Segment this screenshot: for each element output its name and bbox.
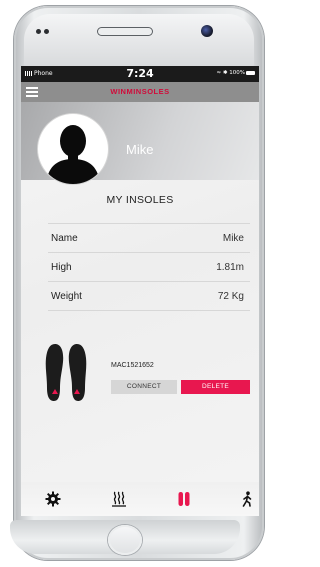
- info-value: Mike: [222, 233, 244, 244]
- status-bar: Phone 7:24 ≈ ✱ 100%: [21, 66, 259, 82]
- info-label: High: [51, 262, 72, 273]
- info-label: Name: [51, 233, 78, 244]
- tab-activity[interactable]: [239, 491, 255, 507]
- home-button[interactable]: [108, 525, 142, 555]
- avatar[interactable]: [38, 114, 108, 184]
- wifi-icon: ≈: [216, 70, 222, 76]
- info-value: 72 Kg: [217, 291, 244, 302]
- bottom-tab-bar: [21, 482, 259, 516]
- info-label: Weight: [51, 291, 82, 302]
- insole-card: MAC1521652 CONNECT DELETE: [21, 340, 259, 410]
- info-row-name: Name Mike: [48, 223, 250, 252]
- walking-person-icon: [242, 491, 252, 507]
- tab-settings[interactable]: [45, 491, 61, 507]
- connect-button[interactable]: CONNECT: [111, 380, 177, 394]
- info-value: 1.81m: [216, 262, 244, 273]
- profile-name: Mike: [126, 142, 154, 157]
- front-camera-icon: [201, 25, 213, 37]
- section-title: MY INSOLES: [106, 194, 174, 206]
- heat-waves-icon: [112, 491, 126, 507]
- tab-insoles[interactable]: [176, 491, 192, 507]
- brand-label: WINMINSOLES: [110, 87, 170, 96]
- battery-icon: [246, 71, 255, 75]
- status-right: ≈ ✱ 100%: [217, 70, 255, 76]
- info-table: Name Mike High 1.81m Weight 72 Kg: [48, 223, 250, 311]
- delete-button[interactable]: DELETE: [181, 380, 250, 394]
- info-row-weight: Weight 72 Kg: [48, 281, 250, 311]
- insoles-icon: [178, 492, 190, 506]
- gear-icon: [45, 491, 61, 507]
- battery-label: 100%: [229, 70, 245, 76]
- info-row-high: High 1.81m: [48, 252, 250, 281]
- device-mac: MAC1521652: [111, 362, 154, 369]
- sensor-dots: [36, 29, 50, 35]
- tab-heat[interactable]: [111, 491, 127, 507]
- earpiece-speaker: [97, 27, 153, 36]
- phone-bottom-bezel: [10, 520, 240, 555]
- insoles-pair-icon: [45, 344, 87, 401]
- app-bar: WINMINSOLES: [21, 82, 259, 102]
- bluetooth-icon: ✱: [222, 70, 228, 76]
- app-screen: Phone 7:24 ≈ ✱ 100% WINMINSOLES Mike MY …: [21, 66, 259, 516]
- phone-top-bezel: [24, 14, 254, 69]
- user-silhouette-icon: [46, 125, 100, 184]
